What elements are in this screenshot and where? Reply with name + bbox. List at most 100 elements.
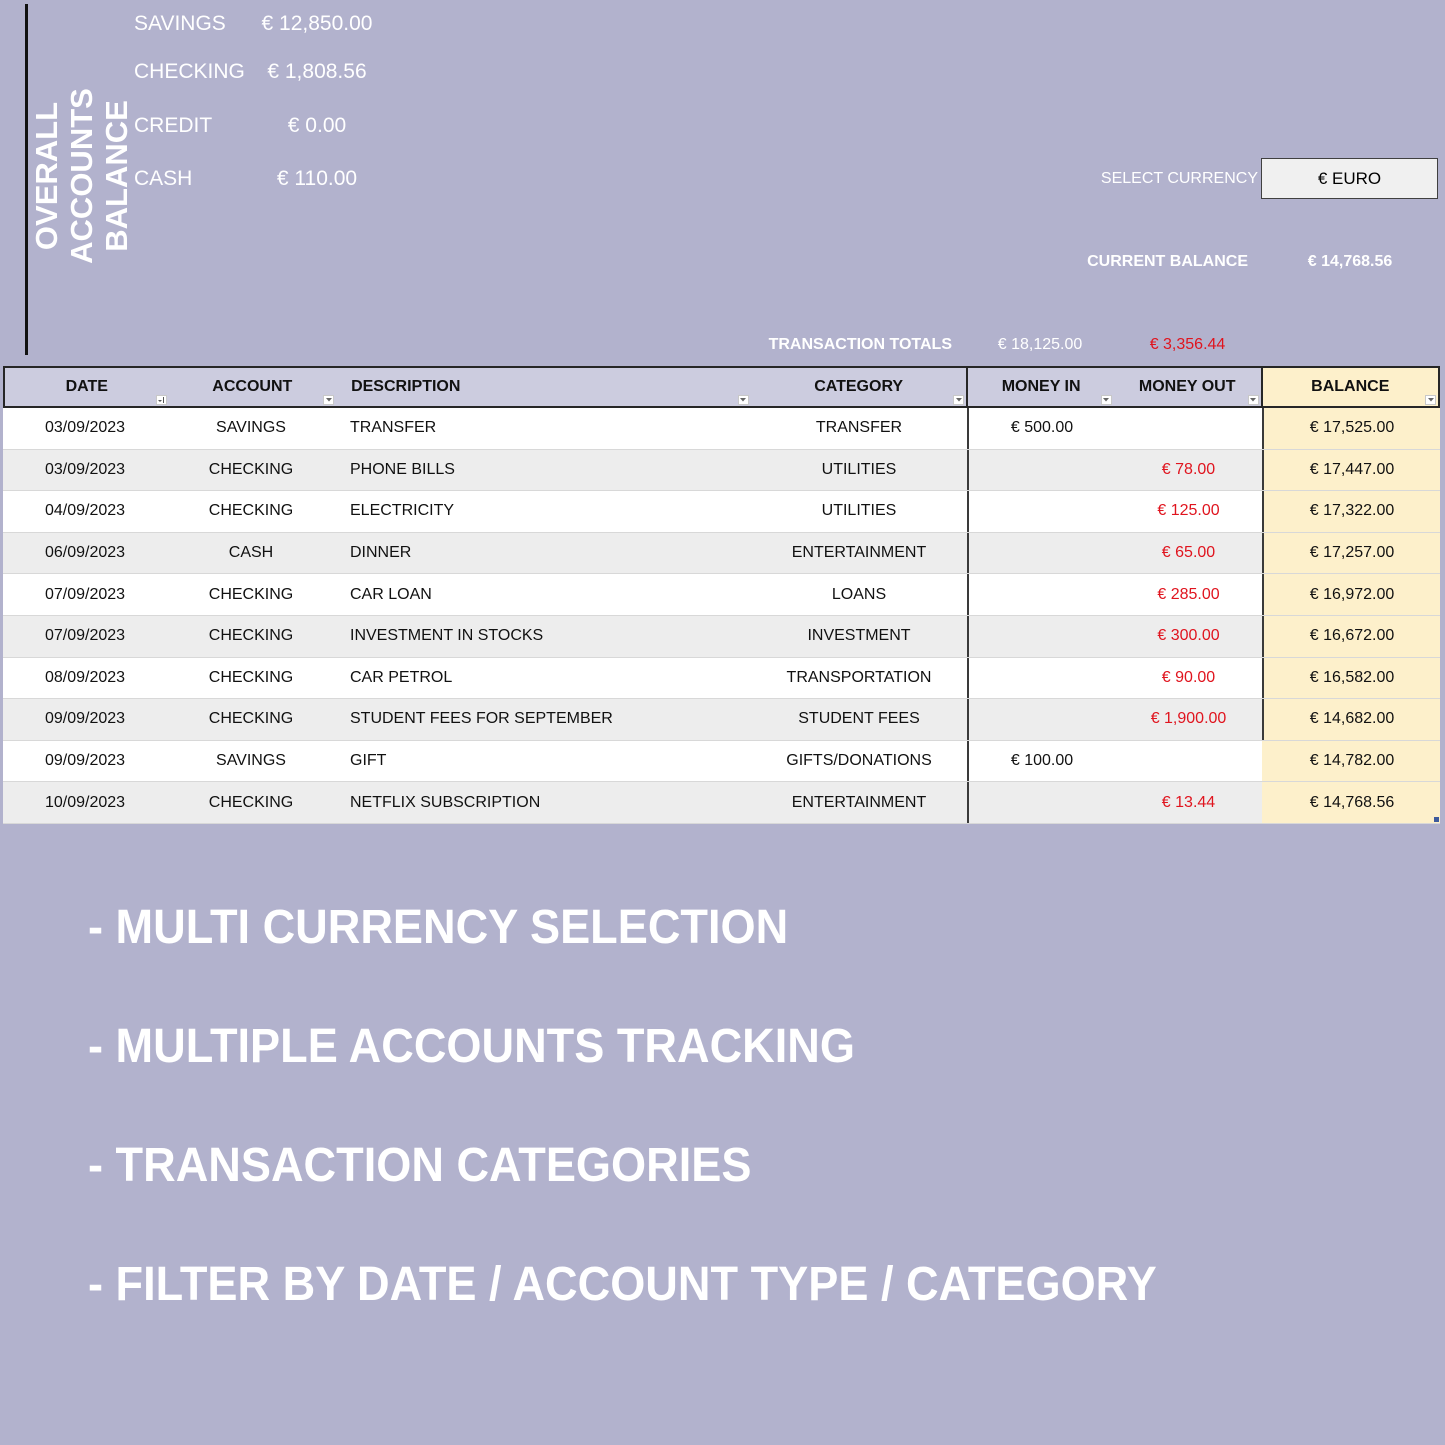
cell-account[interactable]: CHECKING: [167, 699, 335, 740]
cell-category[interactable]: UTILITIES: [751, 491, 967, 532]
table-row[interactable]: 08/09/2023 CHECKING CAR PETROL TRANSPORT…: [3, 657, 1440, 700]
cell-money-in[interactable]: € 100.00: [967, 740, 1115, 782]
cell-balance[interactable]: € 14,768.56: [1262, 782, 1440, 823]
cell-account[interactable]: CASH: [167, 533, 335, 574]
cell-category[interactable]: INVESTMENT: [751, 616, 967, 657]
cell-money-in[interactable]: [967, 699, 1115, 740]
cell-date[interactable]: 10/09/2023: [3, 782, 167, 823]
cell-date[interactable]: 09/09/2023: [3, 741, 167, 782]
currency-select[interactable]: € EURO: [1261, 158, 1438, 199]
cell-category[interactable]: TRANSFER: [751, 408, 967, 449]
cell-balance[interactable]: € 17,257.00: [1262, 532, 1440, 574]
cell-account[interactable]: SAVINGS: [167, 741, 335, 782]
cell-money-out[interactable]: € 13.44: [1115, 782, 1262, 823]
table-row[interactable]: 10/09/2023 CHECKING NETFLIX SUBSCRIPTION…: [3, 782, 1440, 824]
cell-money-in[interactable]: € 500.00: [967, 408, 1115, 449]
table-row[interactable]: 09/09/2023 CHECKING STUDENT FEES FOR SEP…: [3, 699, 1440, 741]
cell-money-out[interactable]: € 285.00: [1115, 574, 1262, 615]
cell-date[interactable]: 08/09/2023: [3, 658, 167, 699]
table-row[interactable]: 09/09/2023 SAVINGS GIFT GIFTS/DONATIONS …: [3, 740, 1440, 783]
cell-description[interactable]: INVESTMENT IN STOCKS: [335, 616, 751, 657]
cell-category[interactable]: UTILITIES: [751, 450, 967, 491]
cell-category[interactable]: GIFTS/DONATIONS: [751, 741, 967, 782]
cell-category[interactable]: STUDENT FEES: [751, 699, 967, 740]
cell-description[interactable]: TRANSFER: [335, 408, 751, 449]
cell-balance[interactable]: € 16,972.00: [1262, 574, 1440, 615]
column-header-balance-label: BALANCE: [1311, 378, 1390, 395]
cell-description[interactable]: STUDENT FEES FOR SEPTEMBER: [335, 699, 751, 740]
filter-dropdown-icon[interactable]: [1425, 395, 1436, 405]
cell-date[interactable]: 09/09/2023: [3, 699, 167, 740]
cell-date[interactable]: 06/09/2023: [3, 533, 167, 574]
table-row[interactable]: 03/09/2023 SAVINGS TRANSFER TRANSFER € 5…: [3, 408, 1440, 450]
cell-money-out[interactable]: € 300.00: [1115, 616, 1262, 657]
cell-account[interactable]: CHECKING: [167, 616, 335, 657]
cell-money-in[interactable]: [967, 491, 1115, 532]
cell-money-in[interactable]: [967, 574, 1115, 615]
cell-account[interactable]: CHECKING: [167, 658, 335, 699]
cell-balance[interactable]: € 16,582.00: [1262, 657, 1440, 699]
cell-money-in[interactable]: [967, 782, 1115, 823]
cell-description[interactable]: GIFT: [335, 741, 751, 782]
cell-money-in[interactable]: [967, 615, 1115, 657]
cell-account[interactable]: CHECKING: [167, 491, 335, 532]
title-line-1: OVERALL ACCOUNTS: [28, 88, 99, 264]
cell-money-out[interactable]: € 78.00: [1115, 450, 1262, 491]
cell-balance[interactable]: € 17,525.00: [1262, 408, 1440, 449]
filter-dropdown-icon[interactable]: [1247, 395, 1259, 405]
cell-account[interactable]: CHECKING: [167, 450, 335, 491]
account-label-cash: CASH: [134, 167, 193, 190]
cell-money-out[interactable]: [1115, 408, 1262, 449]
table-row[interactable]: 07/09/2023 CHECKING CAR LOAN LOANS € 285…: [3, 574, 1440, 616]
cell-money-in[interactable]: [967, 532, 1115, 574]
account-value-credit: € 0.00: [287, 114, 347, 137]
cell-balance[interactable]: € 17,322.00: [1262, 491, 1440, 532]
cell-money-in[interactable]: [967, 449, 1115, 491]
cell-balance[interactable]: € 14,782.00: [1262, 740, 1440, 782]
overall-balance-title: OVERALL ACCOUNTS BALANCE: [29, 15, 134, 337]
cell-date[interactable]: 07/09/2023: [3, 574, 167, 615]
cell-money-out[interactable]: € 1,900.00: [1115, 699, 1262, 740]
cell-money-out[interactable]: [1115, 741, 1262, 782]
table-header-row: DATE ACCOUNT DESCRIPTION CATEGORY MONEY …: [3, 366, 1440, 408]
table-resize-handle[interactable]: [1434, 816, 1439, 822]
cell-description[interactable]: PHONE BILLS: [335, 450, 751, 491]
cell-account[interactable]: SAVINGS: [167, 408, 335, 449]
cell-date[interactable]: 03/09/2023: [3, 450, 167, 491]
filter-dropdown-icon[interactable]: [1100, 395, 1112, 405]
cell-date[interactable]: 03/09/2023: [3, 408, 167, 449]
cell-money-in[interactable]: [967, 657, 1115, 699]
account-value-checking: € 1,808.56: [267, 60, 367, 83]
filter-dropdown-icon[interactable]: [323, 395, 335, 405]
cell-description[interactable]: ELECTRICITY: [335, 491, 751, 532]
cell-money-out[interactable]: € 90.00: [1115, 658, 1262, 699]
cell-money-out[interactable]: € 65.00: [1115, 533, 1262, 574]
cell-date[interactable]: 07/09/2023: [3, 616, 167, 657]
cell-date[interactable]: 04/09/2023: [3, 491, 167, 532]
cell-description[interactable]: DINNER: [335, 533, 751, 574]
cell-category[interactable]: LOANS: [751, 574, 967, 615]
current-balance-label: CURRENT BALANCE: [1087, 253, 1248, 270]
cell-category[interactable]: ENTERTAINMENT: [751, 533, 967, 574]
cell-description[interactable]: CAR LOAN: [335, 574, 751, 615]
table-row[interactable]: 03/09/2023 CHECKING PHONE BILLS UTILITIE…: [3, 449, 1440, 492]
transactions-table: DATE ACCOUNT DESCRIPTION CATEGORY MONEY …: [3, 366, 1440, 824]
feature-item: - MULTIPLE ACCOUNTS TRACKING: [88, 1020, 855, 1073]
cell-balance[interactable]: € 14,682.00: [1262, 699, 1440, 740]
cell-category[interactable]: ENTERTAINMENT: [751, 782, 967, 823]
filter-dropdown-icon[interactable]: [737, 395, 749, 405]
cell-balance[interactable]: € 17,447.00: [1262, 449, 1440, 491]
cell-description[interactable]: NETFLIX SUBSCRIPTION: [335, 782, 751, 823]
cell-money-out[interactable]: € 125.00: [1115, 491, 1262, 532]
filter-dropdown-icon[interactable]: [953, 395, 965, 405]
cell-balance[interactable]: € 16,672.00: [1262, 615, 1440, 657]
cell-description[interactable]: CAR PETROL: [335, 658, 751, 699]
table-row[interactable]: 04/09/2023 CHECKING ELECTRICITY UTILITIE…: [3, 491, 1440, 533]
cell-category[interactable]: TRANSPORTATION: [751, 658, 967, 699]
table-row[interactable]: 07/09/2023 CHECKING INVESTMENT IN STOCKS…: [3, 615, 1440, 658]
cell-account[interactable]: CHECKING: [167, 574, 335, 615]
column-header-category-label: CATEGORY: [814, 378, 904, 395]
table-row[interactable]: 06/09/2023 CASH DINNER ENTERTAINMENT € 6…: [3, 532, 1440, 575]
sort-ascending-filter-icon[interactable]: [155, 395, 167, 405]
cell-account[interactable]: CHECKING: [167, 782, 335, 823]
